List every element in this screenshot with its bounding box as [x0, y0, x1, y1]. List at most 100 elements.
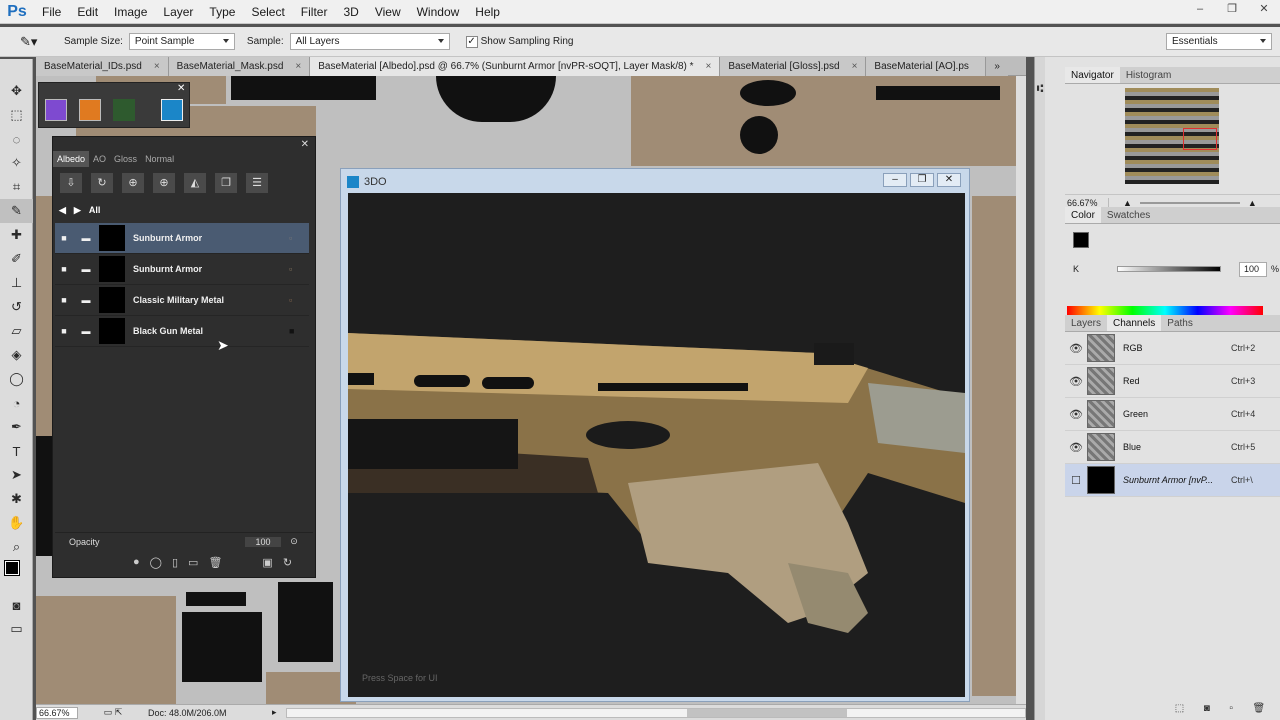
- navigator-zoom-field[interactable]: 66.67%: [1065, 197, 1109, 208]
- menu-3d[interactable]: 3D: [335, 0, 366, 24]
- restore-button[interactable]: ❐: [1216, 0, 1248, 18]
- layer-color-chip[interactable]: ▫: [289, 264, 309, 274]
- folder-add-icon[interactable]: ▭: [188, 556, 198, 572]
- k-value-field[interactable]: 100: [1239, 262, 1267, 277]
- ddo-icon[interactable]: [79, 99, 101, 121]
- tab-paths[interactable]: Paths: [1161, 315, 1199, 331]
- zoom-slider[interactable]: [1139, 201, 1240, 204]
- tab-ao[interactable]: AO: [89, 151, 110, 167]
- eye-icon[interactable]: 👁: [1065, 441, 1087, 454]
- menu-view[interactable]: View: [367, 0, 409, 24]
- opacity-reset-icon[interactable]: ⊙: [287, 536, 301, 547]
- eye-icon[interactable]: 👁: [1065, 375, 1087, 388]
- ddo-layer-row[interactable]: ■ ▬ Classic Military Metal ▫: [55, 285, 309, 316]
- zoom-level-field[interactable]: 66.67%: [36, 706, 78, 719]
- visibility-icon[interactable]: ■: [55, 326, 73, 336]
- ddo-layer-row[interactable]: ■ ▬ Black Gun Metal ■: [55, 316, 309, 347]
- k-slider[interactable]: [1117, 266, 1221, 272]
- eraser-tool-icon[interactable]: ▱: [0, 319, 33, 343]
- opacity-value[interactable]: 100: [245, 536, 281, 547]
- forward-arrow-icon[interactable]: ▶: [74, 205, 81, 216]
- channel-row[interactable]: 👁 Blue Ctrl+5: [1065, 431, 1280, 464]
- sample-size-select[interactable]: Point Sample: [128, 33, 235, 50]
- ddo-layer-row[interactable]: ■ ▬ Sunburnt Armor ▫: [55, 223, 309, 254]
- status-menu-icon[interactable]: ▸: [272, 707, 286, 718]
- tabs-overflow-icon[interactable]: »: [986, 57, 1008, 76]
- doc-tab[interactable]: BaseMaterial_Mask.psd ×: [168, 57, 311, 76]
- tab-gloss[interactable]: Gloss: [110, 151, 141, 167]
- maximize-button[interactable]: ❐: [910, 173, 934, 187]
- tab-layers[interactable]: Layers: [1065, 315, 1107, 331]
- menu-layer[interactable]: Layer: [155, 0, 201, 24]
- channel-row[interactable]: 👁 Red Ctrl+3: [1065, 365, 1280, 398]
- sphere-icon[interactable]: ◯: [150, 556, 162, 572]
- back-arrow-icon[interactable]: ◀: [59, 205, 66, 216]
- visibility-icon[interactable]: ■: [55, 233, 73, 243]
- close-tab-icon[interactable]: ×: [852, 61, 858, 72]
- save-selection-icon[interactable]: ◙: [1204, 703, 1210, 717]
- visibility-icon[interactable]: ■: [55, 264, 73, 274]
- 3do-icon[interactable]: [161, 99, 183, 121]
- tab-histogram[interactable]: Histogram: [1120, 67, 1178, 83]
- show-sampling-ring-checkbox[interactable]: ✓: [465, 35, 478, 48]
- sample-select[interactable]: All Layers: [289, 33, 450, 50]
- delete-channel-icon[interactable]: 🗑: [1253, 703, 1266, 717]
- fg-color-chip[interactable]: [1073, 232, 1089, 248]
- tab-color[interactable]: Color: [1065, 207, 1101, 223]
- close-icon[interactable]: ✕: [177, 83, 185, 94]
- add-material-alt-icon[interactable]: ⊕: [153, 173, 175, 193]
- foreground-color-swatch[interactable]: [4, 560, 20, 576]
- settings-icon[interactable]: ☰: [246, 173, 268, 193]
- sync-icon[interactable]: ↻: [283, 556, 292, 572]
- breadcrumb-label[interactable]: All: [89, 205, 101, 215]
- healing-brush-icon[interactable]: ✚: [0, 223, 33, 247]
- quick-select-tool-icon[interactable]: ✧: [0, 151, 33, 175]
- eyedropper-icon[interactable]: ✎: [0, 199, 33, 223]
- paint-bucket-icon[interactable]: ◈: [0, 343, 33, 367]
- eye-icon[interactable]: 👁: [1065, 342, 1087, 355]
- blur-tool-icon[interactable]: ◯: [0, 367, 33, 391]
- ddo-layer-row[interactable]: ■ ▬ Sunburnt Armor ▫: [55, 254, 309, 285]
- smart-mask-icon[interactable]: ◭: [184, 173, 206, 193]
- menu-type[interactable]: Type: [201, 0, 243, 24]
- mdo-icon[interactable]: [113, 99, 135, 121]
- smart-material-icon[interactable]: ●: [133, 556, 140, 572]
- delete-layer-icon[interactable]: 🗑: [208, 556, 222, 572]
- close-tab-icon[interactable]: ×: [706, 61, 712, 72]
- menu-help[interactable]: Help: [467, 0, 508, 24]
- tab-channels[interactable]: Channels: [1107, 315, 1162, 331]
- history-panel-icon[interactable]: ⑆: [1035, 83, 1045, 95]
- doc-tab[interactable]: BaseMaterial_IDs.psd ×: [36, 57, 169, 76]
- menu-file[interactable]: File: [34, 0, 69, 24]
- navigator-thumbnail[interactable]: [1125, 88, 1219, 184]
- close-tab-icon[interactable]: ×: [295, 61, 301, 72]
- export-icon[interactable]: ⇩: [60, 173, 82, 193]
- layer-color-chip[interactable]: ▫: [289, 295, 309, 305]
- horizontal-scrollbar[interactable]: [286, 707, 1026, 718]
- zoom-tool-icon[interactable]: ⌕: [0, 535, 33, 559]
- eye-icon[interactable]: 👁: [1065, 408, 1087, 421]
- zoom-in-icon[interactable]: ▲: [1248, 198, 1257, 208]
- zoom-out-icon[interactable]: ▲: [1123, 198, 1132, 208]
- close-icon[interactable]: ✕: [301, 139, 309, 150]
- visibility-icon[interactable]: ■: [55, 295, 73, 305]
- screen-mode-icon[interactable]: ▭: [0, 617, 33, 641]
- doc-tab[interactable]: BaseMaterial [AO].ps: [866, 57, 987, 76]
- type-tool-icon[interactable]: T: [0, 439, 33, 463]
- close-button[interactable]: ✕: [937, 173, 961, 187]
- hand-tool-icon[interactable]: ✋: [0, 511, 33, 535]
- menu-edit[interactable]: Edit: [69, 0, 106, 24]
- channel-row[interactable]: 👁 RGB Ctrl+2: [1065, 332, 1280, 365]
- lasso-tool-icon[interactable]: ◌: [0, 127, 33, 151]
- ndo-icon[interactable]: [45, 99, 67, 121]
- channel-row[interactable]: 👁 Green Ctrl+4: [1065, 398, 1280, 431]
- menu-select[interactable]: Select: [243, 0, 292, 24]
- add-material-icon[interactable]: ⊕: [122, 173, 144, 193]
- history-brush-icon[interactable]: ↺: [0, 295, 33, 319]
- tab-albedo[interactable]: Albedo: [53, 151, 90, 167]
- tab-navigator[interactable]: Navigator: [1065, 67, 1120, 83]
- shape-tool-icon[interactable]: ✱: [0, 487, 33, 511]
- color-swatches[interactable]: [0, 559, 32, 593]
- load-channel-icon[interactable]: ⬚: [1175, 703, 1184, 717]
- save-icon[interactable]: ▣: [262, 556, 272, 572]
